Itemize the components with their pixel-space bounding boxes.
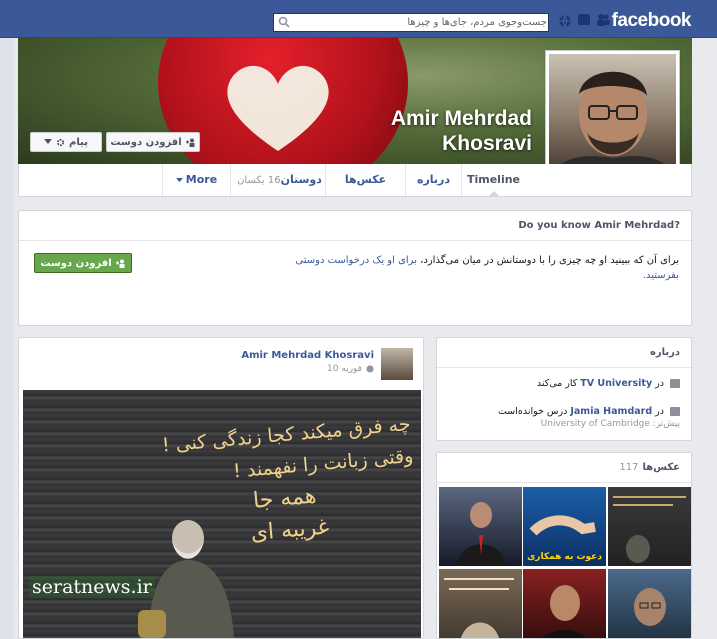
heart-graphic [227, 65, 329, 151]
friend-requests-icon[interactable] [596, 13, 610, 26]
old-man-graphic [138, 520, 234, 638]
do-you-know-title: Do you know Amir Mehrdad? [19, 211, 691, 241]
about-box: درباره در TV University کار می‌کند در Ja… [436, 337, 692, 441]
post-author-name[interactable]: Amir Mehrdad Khosravi [241, 350, 374, 361]
chevron-down-icon [175, 178, 183, 183]
photo-thumb[interactable] [608, 487, 691, 566]
profile-name: Amir Mehrdad Khosravi [390, 107, 532, 155]
portrait-graphic [549, 71, 676, 180]
photo-thumb[interactable] [608, 569, 691, 638]
left-gutter [0, 38, 14, 639]
tab-timeline[interactable]: Timeline [461, 164, 525, 196]
add-friend-icon [115, 259, 125, 268]
add-friend-label: افزودن دوست [110, 136, 182, 148]
do-you-know-box: Do you know Amir Mehrdad? برای آن که ببی… [18, 210, 692, 326]
add-friend-green-button[interactable]: افزودن دوست [34, 253, 132, 273]
photos-title[interactable]: عکس‌ها117 [437, 453, 691, 483]
search-input[interactable] [292, 14, 547, 31]
add-friend-button[interactable]: افزودن دوست [106, 132, 200, 152]
work-row: در TV University کار می‌کند [450, 378, 680, 389]
tab-more[interactable]: More [162, 164, 230, 196]
photos-box: عکس‌ها117 دعوت به همکاری [436, 452, 692, 639]
do-you-know-text: برای آن که ببینید او چه چیزی را با دوستا… [295, 255, 679, 281]
post-author-avatar[interactable] [381, 348, 413, 380]
photo-thumb[interactable] [439, 487, 522, 566]
education-place-link[interactable]: Jamia Hamdard [570, 406, 652, 417]
facebook-logo[interactable]: facebook [612, 10, 692, 32]
photo-thumb[interactable] [523, 569, 606, 638]
graduation-cap-icon [670, 407, 680, 416]
post-image[interactable]: چه فرق میکند کجا زندگی کنی ! وقتی زبانت … [23, 390, 421, 638]
about-title[interactable]: درباره [437, 338, 691, 368]
work-place-link[interactable]: TV University [580, 378, 652, 389]
friends-count: 16 یکسان [237, 175, 281, 186]
message-button[interactable]: پیام [30, 132, 102, 152]
profile-tabs: Timeline درباره عکس‌ها دوستان16 یکسان Mo… [18, 164, 692, 197]
globe-icon [366, 365, 374, 373]
briefcase-icon [670, 379, 680, 388]
search-icon [278, 16, 290, 28]
timeline-post: Amir Mehrdad Khosravi فوریه 10 چه فرق می… [18, 337, 424, 639]
search-box[interactable] [273, 13, 549, 32]
education-row: در Jamia Hamdard درس خوانده‌است پیش‌تر: … [497, 406, 680, 429]
watermark: seratnews.ir [29, 576, 155, 598]
tab-about[interactable]: درباره [405, 164, 461, 196]
message-button-label: پیام [69, 136, 88, 148]
post-date[interactable]: فوریه 10 [327, 364, 374, 374]
gear-icon [56, 138, 65, 146]
globe-icon[interactable] [559, 15, 571, 27]
profile-photo-image [549, 54, 676, 180]
tab-photos[interactable]: عکس‌ها [325, 164, 405, 196]
messages-icon[interactable] [578, 14, 590, 25]
photos-count: 117 [619, 462, 639, 473]
previous-education[interactable]: University of Cambridge [541, 419, 650, 429]
photo-thumb[interactable]: دعوت به همکاری [523, 487, 606, 566]
photo-thumb-caption: دعوت به همکاری [527, 552, 602, 562]
tab-friends[interactable]: دوستان16 یکسان [230, 164, 325, 196]
top-navigation-bar: facebook [0, 0, 717, 38]
chevron-down-icon [44, 139, 53, 144]
photo-thumb[interactable] [439, 569, 522, 638]
right-gutter [702, 38, 717, 639]
add-friend-icon [185, 138, 195, 147]
